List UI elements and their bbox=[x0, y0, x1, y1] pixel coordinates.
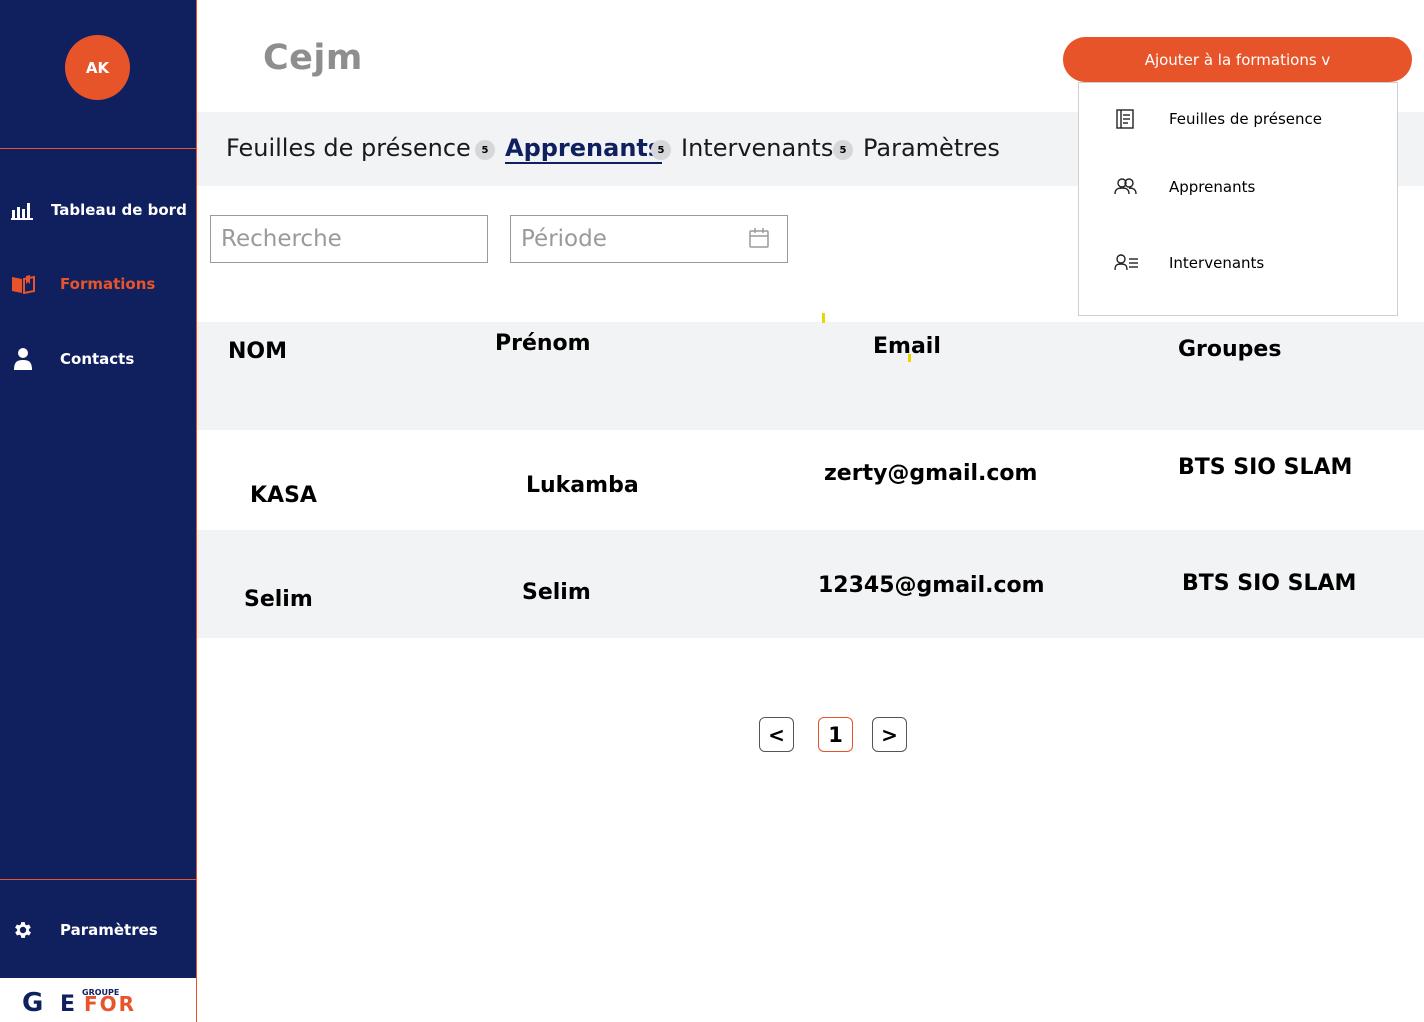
cell-groupes: BTS SIO SLAM bbox=[1178, 455, 1353, 480]
sidebar-item-label: Paramètres bbox=[60, 921, 158, 939]
tab-intervenants[interactable]: Intervenants bbox=[681, 134, 833, 162]
sidebar-item-parametres[interactable]: Paramètres bbox=[0, 910, 196, 950]
cell-groupes: BTS SIO SLAM bbox=[1182, 571, 1357, 596]
column-header-email: Email bbox=[873, 334, 941, 359]
table-row[interactable]: Selim Selim 12345@gmail.com BTS SIO SLAM bbox=[197, 530, 1424, 638]
sidebar-divider-top bbox=[0, 148, 196, 149]
cell-email: 12345@gmail.com bbox=[818, 573, 1045, 598]
tab-count-badge: 5 bbox=[833, 140, 853, 160]
logo-letter-g: G bbox=[22, 988, 43, 1015]
page-1-button[interactable]: 1 bbox=[818, 717, 853, 752]
dropdown-item-apprenants[interactable]: Apprenants bbox=[1079, 163, 1397, 213]
dropdown-item-feuilles-de-presence[interactable]: Feuilles de présence bbox=[1079, 95, 1397, 145]
logo-letter-e: E bbox=[60, 992, 75, 1015]
cell-prenom: Selim bbox=[522, 580, 591, 605]
user-avatar[interactable]: AK bbox=[65, 35, 130, 100]
cell-nom: KASA bbox=[250, 483, 317, 508]
bar-chart-icon bbox=[10, 198, 34, 222]
book-icon bbox=[11, 272, 35, 296]
page-title: Cejm bbox=[263, 38, 363, 78]
users-icon bbox=[1114, 176, 1138, 200]
dropdown-item-label: Feuilles de présence bbox=[1169, 110, 1322, 128]
avatar-initials: AK bbox=[85, 58, 110, 77]
cell-nom: Selim bbox=[244, 587, 313, 612]
sidebar-divider-bottom bbox=[0, 879, 196, 880]
cell-prenom: Lukamba bbox=[526, 473, 639, 498]
tab-feuilles-de-presence[interactable]: Feuilles de présence bbox=[226, 134, 471, 162]
marker bbox=[822, 313, 825, 323]
tab-parametres[interactable]: Paramètres bbox=[863, 134, 1000, 162]
sidebar-item-contacts[interactable]: Contacts bbox=[0, 339, 196, 379]
column-header-nom: NOM bbox=[228, 339, 288, 364]
company-logo: G E GROUPE FOR bbox=[0, 978, 196, 1022]
dropdown-item-intervenants[interactable]: Intervenants bbox=[1079, 239, 1397, 289]
tab-apprenants[interactable]: Apprenants bbox=[505, 134, 663, 164]
dropdown-item-label: Apprenants bbox=[1169, 178, 1256, 196]
add-to-formation-button[interactable]: Ajouter à la formations v bbox=[1063, 37, 1412, 82]
person-icon bbox=[11, 347, 35, 371]
prev-page-button[interactable]: < bbox=[759, 717, 794, 752]
table-row[interactable]: KASA Lukamba zerty@gmail.com BTS SIO SLA… bbox=[197, 430, 1424, 530]
sidebar-item-formations[interactable]: Formations bbox=[0, 264, 196, 304]
search-input[interactable] bbox=[210, 215, 488, 263]
tab-count-badge: 5 bbox=[475, 140, 495, 160]
tab-count-badge: 5 bbox=[651, 140, 671, 160]
column-header-groupes: Groupes bbox=[1178, 337, 1282, 362]
next-page-button[interactable]: > bbox=[872, 717, 907, 752]
user-list-icon bbox=[1114, 252, 1138, 276]
document-list-icon bbox=[1114, 108, 1138, 132]
sidebar: AK Tableau de bord Formations Contacts P… bbox=[0, 0, 197, 1022]
gear-icon bbox=[11, 918, 35, 942]
add-button-label: Ajouter à la formations v bbox=[1144, 50, 1331, 69]
dropdown-item-label: Intervenants bbox=[1169, 254, 1265, 272]
table-header: NOM Prénom Email Groupes bbox=[197, 322, 1424, 430]
sidebar-item-label: Contacts bbox=[60, 350, 135, 368]
column-header-prenom: Prénom bbox=[495, 331, 591, 356]
cell-email: zerty@gmail.com bbox=[824, 461, 1038, 486]
logo-for: FOR bbox=[84, 992, 136, 1015]
period-input[interactable] bbox=[510, 215, 788, 263]
marker bbox=[908, 354, 911, 362]
calendar-icon[interactable] bbox=[748, 227, 770, 249]
sidebar-item-label: Tableau de bord bbox=[51, 201, 187, 219]
add-dropdown-menu: Feuilles de présence Apprenants Interven… bbox=[1078, 82, 1398, 316]
sidebar-item-tableau-de-bord[interactable]: Tableau de bord bbox=[0, 190, 196, 230]
sidebar-item-label: Formations bbox=[60, 275, 156, 293]
